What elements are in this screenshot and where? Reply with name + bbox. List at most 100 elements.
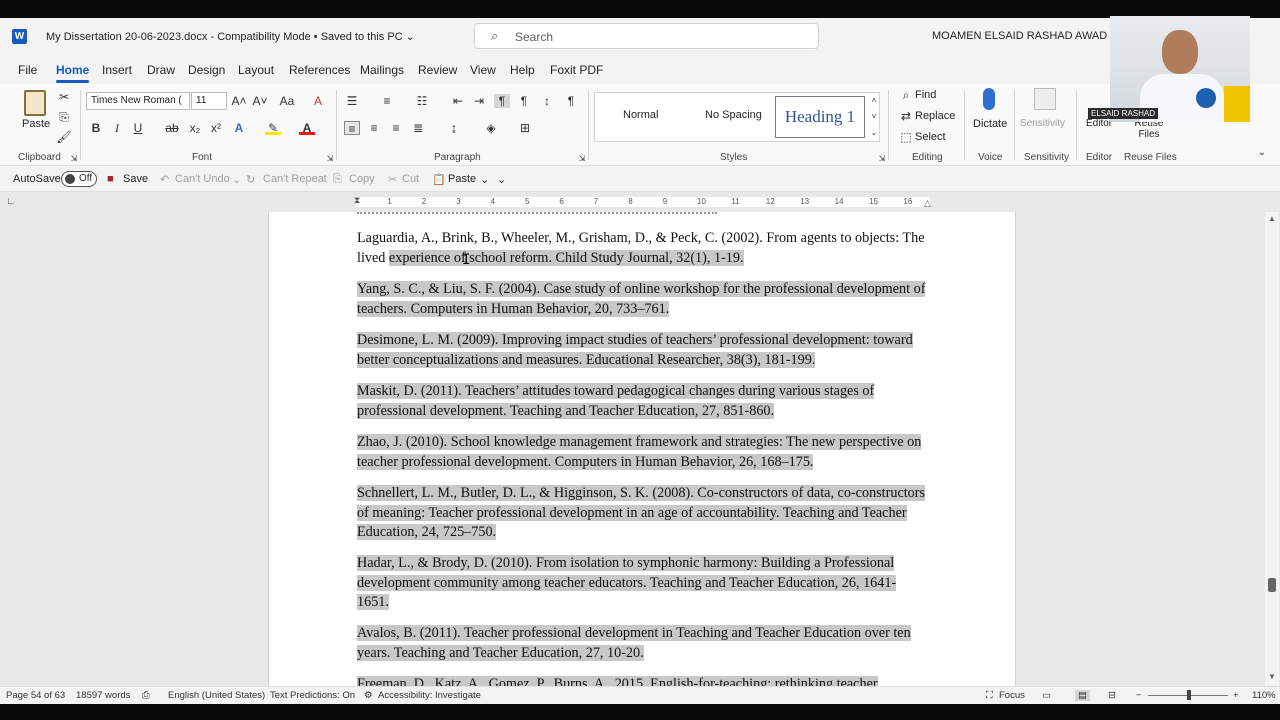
proofing-icon[interactable]: ⎙ [142,690,150,701]
undo-button[interactable]: Can't Undo [175,173,230,185]
page-count[interactable]: Page 54 of 63 [6,690,65,701]
document-page[interactable]: Laguardia, A., Brink, B., Wheeler, M., G… [268,212,1016,686]
subscript-icon[interactable]: x₂ [187,121,203,135]
word-count[interactable]: 18597 words [76,690,130,701]
tab-home[interactable]: Home [56,63,90,83]
reference-entry[interactable]: Yang, S. C., & Liu, S. F. (2004). Case s… [357,280,927,319]
repeat-button[interactable]: Can't Repeat [263,173,327,185]
focus-button[interactable]: Focus [999,690,1025,701]
paste-button[interactable]: Paste [22,118,50,130]
search-box[interactable]: ⌕ Search [474,23,819,49]
customize-qat-icon[interactable]: ⌄ [497,173,506,186]
text-effects-icon[interactable]: A [231,121,247,135]
align-left-icon[interactable]: ≡ [344,121,360,136]
multilevel-list-icon[interactable]: ☷ [414,94,430,108]
reference-entry[interactable]: Laguardia, A., Brink, B., Wheeler, M., G… [357,229,927,268]
font-size-dropdown[interactable]: 11 [191,92,227,110]
style-no-spacing[interactable]: No Spacing [705,109,762,121]
tab-layout[interactable]: Layout [238,63,274,77]
decrease-indent-icon[interactable]: ⇤ [450,94,466,108]
tab-review[interactable]: Review [418,63,457,77]
tab-selector-icon[interactable]: ∟ [6,196,16,207]
copy-icon[interactable]: ⎘ [56,110,72,124]
tab-insert[interactable]: Insert [102,63,132,77]
scroll-down-icon[interactable]: ▼ [1268,672,1276,681]
zoom-slider-thumb[interactable] [1187,690,1191,700]
align-right-icon[interactable]: ≡ [388,121,404,135]
scroll-up-icon[interactable]: ▲ [1268,214,1276,223]
tab-file[interactable]: File [18,63,37,77]
rtl-icon[interactable]: ¶ [516,94,532,108]
grow-font-icon[interactable]: A˄ [231,94,247,108]
style-normal[interactable]: Normal [623,109,658,121]
reference-entry[interactable]: Zhao, J. (2010). School knowledge manage… [357,433,927,472]
zoom-level[interactable]: 110% [1252,690,1276,701]
user-name[interactable]: MOAMEN ELSAID RASHAD AWAD [932,30,1107,42]
font-family-dropdown[interactable]: Times New Roman ( [86,92,190,110]
editor-button[interactable]: Editor [1086,118,1112,129]
shading-icon[interactable]: ◈ [483,121,499,135]
paste-dropdown-icon[interactable]: ⌄ [480,173,489,186]
reference-entry[interactable]: Maskit, D. (2011). Teachers’ attitudes t… [357,382,927,421]
reference-entry[interactable]: Desimone, L. M. (2009). Improving impact… [357,331,927,370]
styles-scroll-down-icon[interactable]: ˅ [866,110,882,124]
microphone-icon[interactable] [983,88,995,110]
right-indent-marker-icon[interactable]: △ [924,198,931,209]
change-case-icon[interactable]: Aa [276,94,298,108]
horizontal-ruler[interactable]: 1 2 3 4 5 6 7 8 9 10 11 12 13 14 15 16 ⧗ △ [268,194,992,210]
numbering-icon[interactable]: ≡ [379,94,395,108]
align-center-icon[interactable]: ≡ [366,121,382,135]
select-button[interactable]: Select [915,131,946,143]
indent-marker-icon[interactable]: ⧗ [354,195,360,206]
strikethrough-icon[interactable]: ab [164,121,180,135]
replace-button[interactable]: Replace [915,110,955,122]
sensitivity-button[interactable]: Sensitivity [1020,118,1065,129]
paste-button[interactable]: Paste [448,173,476,185]
cut-icon[interactable]: ✂ [56,90,72,104]
styles-scroll-up-icon[interactable]: ˄ [866,94,882,108]
vertical-scrollbar[interactable]: ▲ ▼ [1265,212,1279,686]
read-mode-icon[interactable]: ▭ [1042,690,1051,701]
paste-icon[interactable] [24,90,46,116]
styles-more-icon[interactable]: ⌄ [866,126,882,140]
highlight-icon[interactable]: ✎ [265,121,281,135]
autosave-toggle[interactable]: Off [61,171,97,187]
show-marks-icon[interactable]: ¶ [563,94,579,108]
superscript-icon[interactable]: x² [208,121,224,135]
font-color-icon[interactable]: A [299,121,315,135]
justify-icon[interactable]: ≣ [410,121,426,135]
collapse-ribbon-icon[interactable]: ⌄ [1254,146,1270,160]
undo-dropdown-icon[interactable]: ⌄ [232,173,241,186]
tab-draw[interactable]: Draw [147,63,175,77]
tab-view[interactable]: View [470,63,496,77]
line-spacing-icon[interactable]: ↨ [446,121,462,135]
scroll-thumb[interactable] [1268,578,1276,592]
clear-formatting-icon[interactable]: A [310,94,326,108]
reference-entry[interactable]: Schnellert, L. M., Butler, D. L., & Higg… [357,484,927,543]
print-layout-icon[interactable]: ▤ [1075,690,1090,701]
zoom-in-icon[interactable]: + [1233,690,1239,701]
reference-entry[interactable]: Avalos, B. (2011). Teacher professional … [357,624,927,663]
shrink-font-icon[interactable]: A˅ [252,94,268,108]
web-layout-icon[interactable]: ⊟ [1108,690,1116,701]
cut-button[interactable]: Cut [402,173,419,185]
tab-foxit-pdf[interactable]: Foxit PDF [550,63,603,77]
copy-button[interactable]: Copy [349,173,375,185]
bullets-icon[interactable]: ☰ [344,94,360,108]
tab-mailings[interactable]: Mailings [360,63,404,77]
italic-icon[interactable]: I [109,121,125,135]
language-status[interactable]: English (United States) [168,690,265,701]
style-heading-1[interactable]: Heading 1 [775,96,865,138]
zoom-out-icon[interactable]: − [1136,690,1142,701]
reference-entry[interactable]: Freeman, D., Katz, A., Gomez, P., Burns,… [357,675,927,686]
format-painter-icon[interactable]: 🖌 [56,130,72,144]
ltr-icon[interactable]: ¶ [494,94,510,108]
save-button[interactable]: Save [123,173,148,185]
tab-references[interactable]: References [289,63,350,77]
dictate-button[interactable]: Dictate [973,118,1007,130]
borders-icon[interactable]: ⊞ [517,121,533,135]
bold-icon[interactable]: B [88,121,104,135]
reference-entry[interactable]: Hadar, L., & Brody, D. (2010). From isol… [357,554,927,613]
tab-design[interactable]: Design [188,63,225,77]
sort-icon[interactable]: ↕ [539,94,555,108]
